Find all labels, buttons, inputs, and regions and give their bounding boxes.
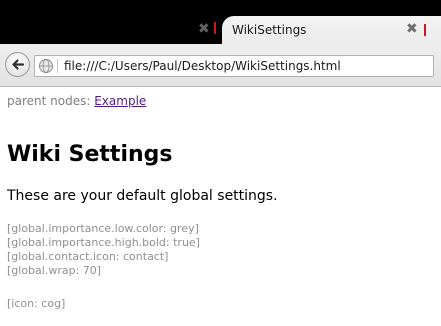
tab-accent-bar xyxy=(214,22,216,34)
settings-list: [global.importance.low.color: grey] [glo… xyxy=(7,222,200,278)
back-button[interactable] xyxy=(5,52,30,77)
address-bar[interactable]: file:///C:/Users/Paul/Desktop/WikiSettin… xyxy=(34,55,434,77)
parent-nodes: parent nodes: Example xyxy=(7,94,146,108)
intro-text: These are your default global settings. xyxy=(7,188,278,204)
setting-item: [global.importance.low.color: grey] xyxy=(7,222,199,235)
setting-item: [global.importance.high.bold: true] xyxy=(7,236,200,249)
page-title: Wiki Settings xyxy=(7,142,173,167)
tab-accent-bar xyxy=(424,24,426,36)
url-text[interactable]: file:///C:/Users/Paul/Desktop/WikiSettin… xyxy=(64,58,341,74)
close-tab-icon[interactable]: ✖ xyxy=(406,20,418,38)
tab-active[interactable]: WikiSettings ✖ xyxy=(222,16,441,44)
icon-setting: [icon: cog] xyxy=(7,297,66,310)
close-tab-icon[interactable]: ✖ xyxy=(198,19,210,39)
tab-strip: ✖ WikiSettings ✖ xyxy=(0,0,441,44)
parent-link-example[interactable]: Example xyxy=(94,94,146,108)
tab-inactive[interactable]: ✖ xyxy=(0,18,238,42)
parent-nodes-label: parent nodes: xyxy=(7,94,91,108)
navigation-bar: file:///C:/Users/Paul/Desktop/WikiSettin… xyxy=(0,44,441,87)
tab-title: WikiSettings xyxy=(232,23,307,37)
setting-item: [global.contact.icon: contact] xyxy=(7,250,169,263)
back-arrow-icon xyxy=(12,59,25,70)
url-separator xyxy=(57,59,58,73)
setting-item: [global.wrap: 70] xyxy=(7,264,102,277)
globe-icon xyxy=(39,59,53,73)
